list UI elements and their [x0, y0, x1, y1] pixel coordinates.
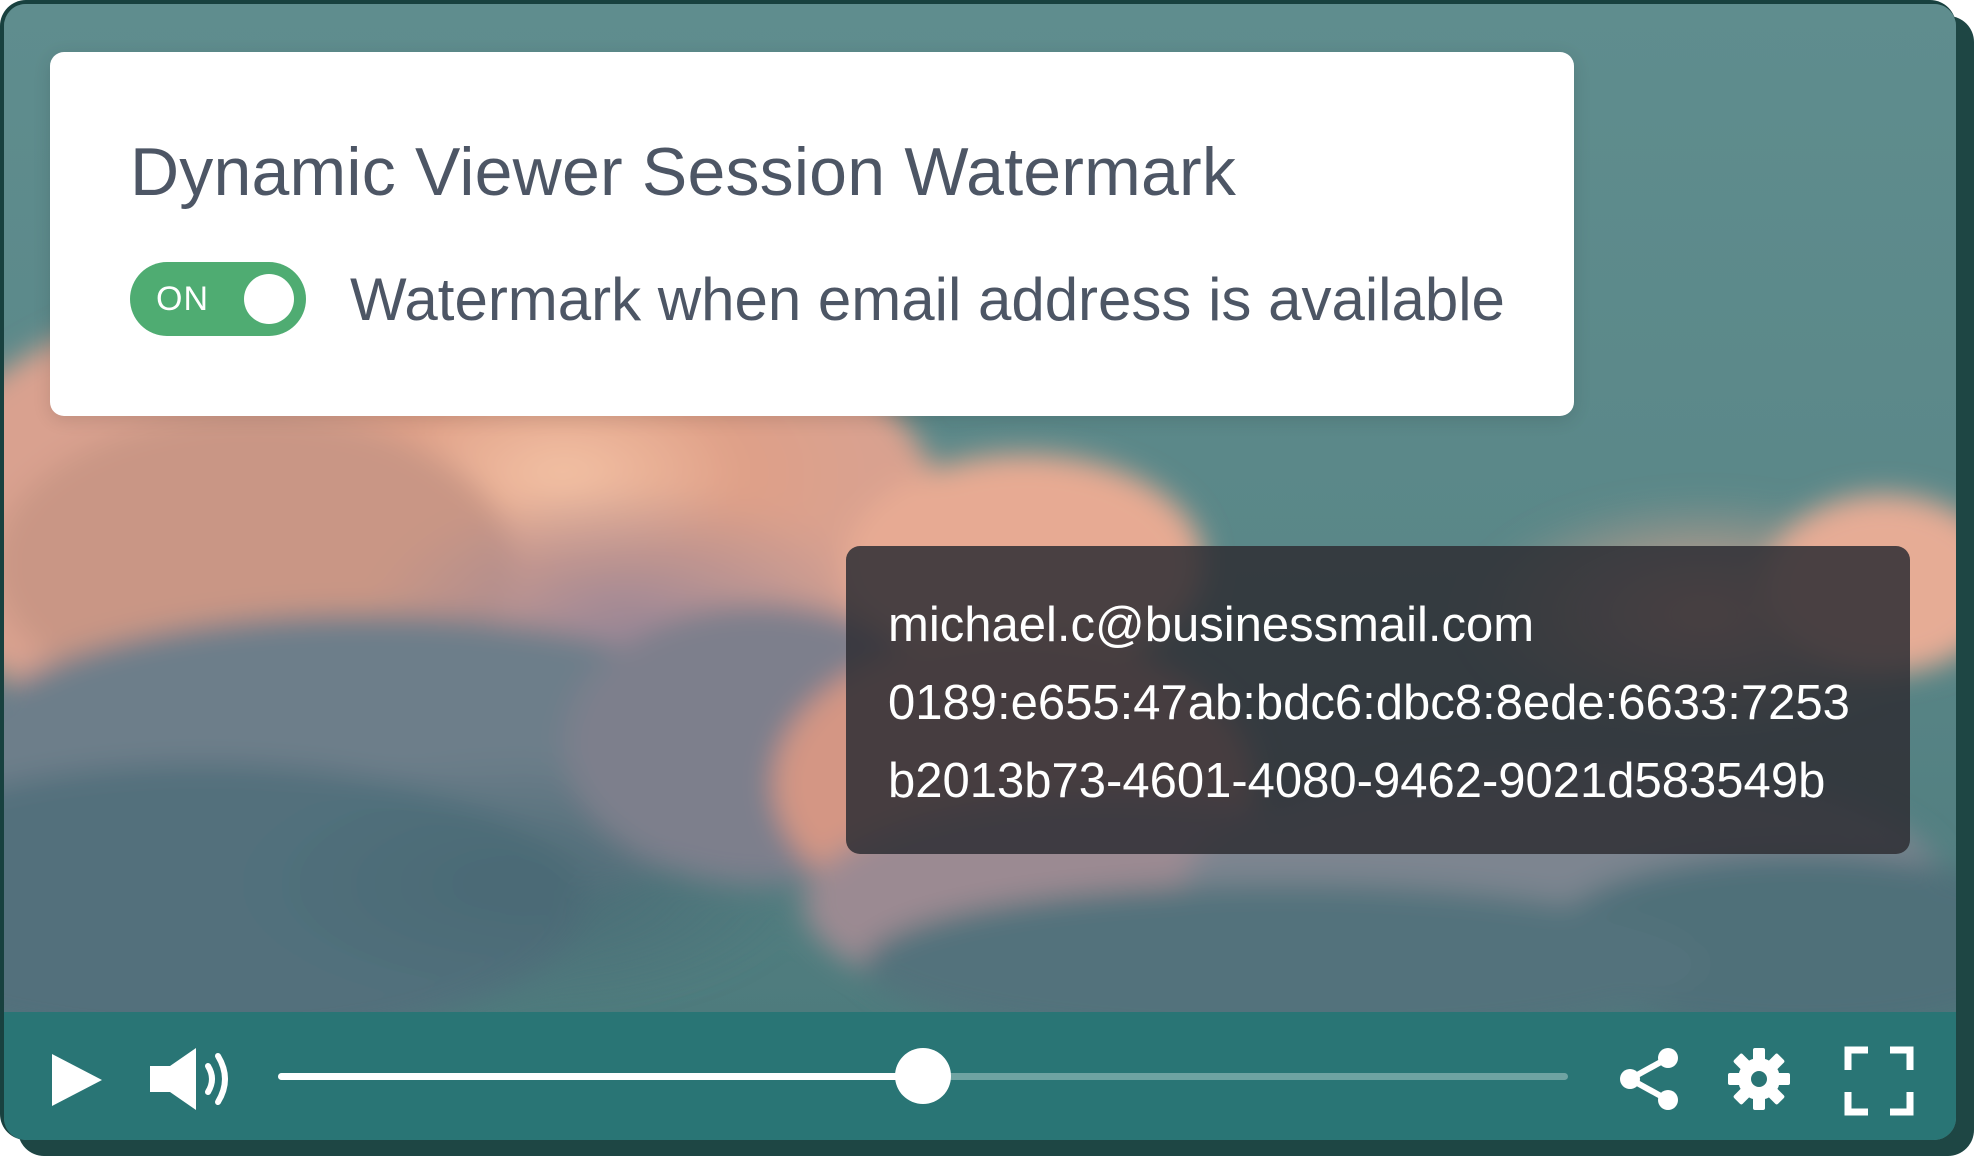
- watermark-email: michael.c@businessmail.com: [888, 598, 1535, 652]
- fullscreen-button[interactable]: [1844, 1046, 1914, 1116]
- volume-icon: [150, 1048, 228, 1110]
- watermark-settings-panel: Dynamic Viewer Session Watermark ON Wate…: [50, 52, 1574, 416]
- watermark-ip-address: 0189:e655:47ab:bdc6:dbc8:8ede:6633:7253: [888, 676, 1850, 730]
- progress-thumb[interactable]: [895, 1048, 951, 1104]
- toggle-knob: [244, 274, 294, 324]
- gear-icon: [1728, 1048, 1790, 1110]
- watermark-session-id: b2013b73-4601-4080-9462-9021d583549b: [888, 754, 1826, 808]
- watermark-toggle[interactable]: ON: [130, 262, 306, 336]
- watermark-overlay: michael.c@businessmail.com 0189:e655:47a…: [846, 546, 1910, 854]
- share-icon: [1620, 1048, 1678, 1110]
- progress-slider[interactable]: [278, 1044, 1568, 1108]
- toggle-description: Watermark when email address is availabl…: [350, 266, 1505, 333]
- panel-title: Dynamic Viewer Session Watermark: [130, 134, 1237, 210]
- player-control-bar: [4, 1012, 1956, 1140]
- video-player: Dynamic Viewer Session Watermark ON Wate…: [4, 4, 1956, 1140]
- fullscreen-icon: [1844, 1046, 1914, 1116]
- play-icon: [52, 1054, 102, 1106]
- play-button[interactable]: [48, 1052, 104, 1108]
- volume-button[interactable]: [146, 1046, 238, 1112]
- video-player-card: Dynamic Viewer Session Watermark ON Wate…: [0, 0, 1956, 1140]
- settings-button[interactable]: [1726, 1046, 1792, 1112]
- progress-fill: [278, 1073, 923, 1080]
- share-button[interactable]: [1616, 1046, 1682, 1112]
- toggle-state-label: ON: [156, 280, 209, 318]
